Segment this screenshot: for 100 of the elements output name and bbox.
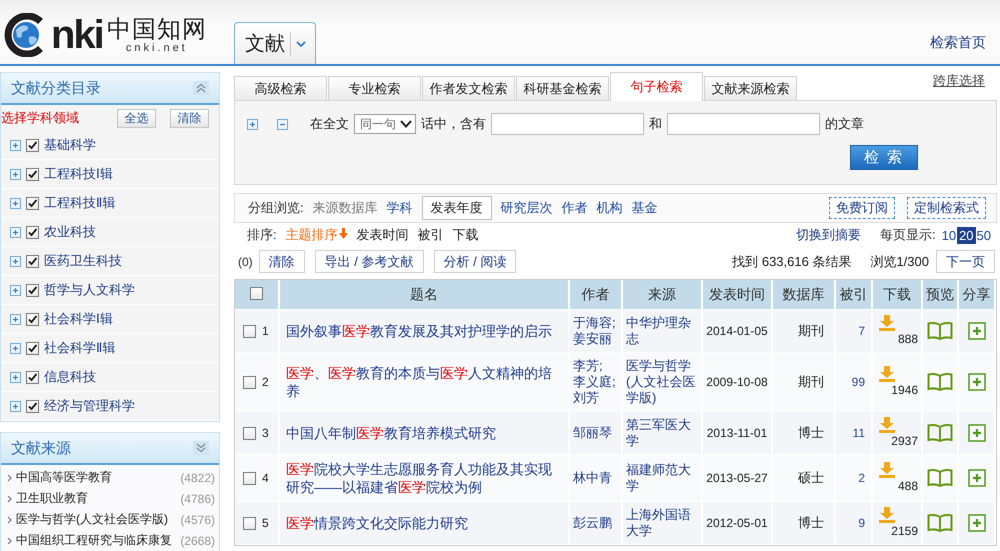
source-link[interactable]: 福建师范大学 <box>626 462 698 494</box>
subject-checkbox[interactable] <box>26 370 39 384</box>
search-tab[interactable]: 高级检索 <box>234 76 327 100</box>
subject-checkbox[interactable] <box>26 254 39 268</box>
author-link[interactable]: 邹丽琴 <box>573 425 618 441</box>
source-link[interactable]: 中国组织工程研究与临床康复 <box>16 532 172 549</box>
plus-square-icon[interactable] <box>10 314 21 324</box>
panel-button[interactable]: 全选 <box>117 108 156 128</box>
cited-count-link[interactable]: 99 <box>852 375 865 389</box>
source-link[interactable]: 中华护理杂志 <box>626 315 698 347</box>
group-option[interactable]: 机构 <box>596 199 623 217</box>
search-tab[interactable]: 专业检索 <box>328 76 421 100</box>
plus-square-icon[interactable] <box>968 424 986 442</box>
keyword-input[interactable] <box>667 113 820 135</box>
source-link[interactable]: 上海外国语大学 <box>626 507 698 539</box>
download-icon[interactable] <box>878 366 896 382</box>
author-link[interactable]: 林中青 <box>573 470 618 486</box>
cited-count-link[interactable]: 9 <box>858 516 865 530</box>
search-tab[interactable]: 科研基金检索 <box>516 76 609 100</box>
subject-link[interactable]: 基础科学 <box>44 136 96 154</box>
row-checkbox[interactable] <box>243 517 256 530</box>
plus-square-icon[interactable] <box>10 400 21 412</box>
search-tab[interactable]: 句子检索 <box>610 72 703 101</box>
page-size-option[interactable]: 10 <box>940 226 958 244</box>
plus-square-icon[interactable] <box>968 373 986 391</box>
panel-button[interactable]: 清除 <box>170 108 209 128</box>
row-checkbox[interactable] <box>243 427 256 440</box>
cited-count-link[interactable]: 2 <box>858 471 865 485</box>
title-link[interactable]: 医学情景跨文化交际能力研究 <box>286 514 562 532</box>
source-link[interactable]: 卫生职业教育 <box>16 490 88 507</box>
plus-square-icon[interactable] <box>10 168 21 180</box>
subject-link[interactable]: 信息科技 <box>44 368 96 386</box>
subject-checkbox[interactable] <box>26 342 39 354</box>
subject-link[interactable]: 社会科学Ⅰ辑 <box>44 310 113 328</box>
sort-option[interactable]: 发表时间 <box>356 226 409 244</box>
subject-link[interactable]: 医药卫生科技 <box>44 252 122 270</box>
plus-square-icon[interactable] <box>10 226 21 238</box>
group-option[interactable]: 学科 <box>386 199 413 217</box>
plus-square-icon[interactable] <box>10 284 21 296</box>
keyword-input[interactable] <box>491 113 644 135</box>
minus-square-icon[interactable] <box>277 118 288 130</box>
row-checkbox[interactable] <box>243 472 256 486</box>
subject-link[interactable]: 经济与管理科学 <box>44 397 135 415</box>
plus-square-icon[interactable] <box>968 469 986 487</box>
group-option[interactable]: 研究层次 <box>500 199 553 217</box>
search-tab[interactable]: 文献来源检索 <box>704 76 797 100</box>
subject-checkbox[interactable] <box>26 312 39 326</box>
subject-checkbox[interactable] <box>26 226 39 238</box>
plus-square-icon[interactable] <box>10 372 21 382</box>
sort-option[interactable]: 下载 <box>452 226 479 244</box>
sort-option[interactable]: 被引 <box>418 226 444 244</box>
source-link[interactable]: 医学与哲学(人文社会医学版) <box>16 511 168 528</box>
subject-link[interactable]: 社会科学Ⅱ辑 <box>44 339 116 357</box>
subject-link[interactable]: 工程科技Ⅱ辑 <box>44 194 116 212</box>
source-link[interactable]: 第三军医大学 <box>626 417 698 449</box>
title-link[interactable]: 医学院校大学生志愿服务育人功能及其实现研究——以福建省医学院校为例 <box>286 460 562 496</box>
open-book-icon[interactable] <box>927 373 953 391</box>
subject-link[interactable]: 工程科技Ⅰ辑 <box>44 165 113 183</box>
title-link[interactable]: 国外叙事医学教育发展及其对护理学的启示 <box>286 322 562 340</box>
collapse-icon[interactable] <box>193 81 209 95</box>
cited-count-link[interactable]: 7 <box>858 324 865 338</box>
action-button[interactable]: 定制检索式 <box>907 197 986 219</box>
subject-checkbox[interactable] <box>26 168 39 180</box>
cited-count-link[interactable]: 11 <box>852 426 865 440</box>
subject-link[interactable]: 哲学与人文科学 <box>44 281 135 299</box>
group-option[interactable]: 基金 <box>632 199 658 217</box>
database-dropdown[interactable]: 文献 <box>234 22 316 64</box>
cross-database-link[interactable]: 跨库选择 <box>933 72 985 90</box>
subject-checkbox[interactable] <box>26 196 39 210</box>
author-link[interactable]: 彭云鹏 <box>573 515 618 531</box>
expand-icon[interactable] <box>193 441 209 455</box>
open-book-icon[interactable] <box>927 322 953 340</box>
plus-square-icon[interactable] <box>10 198 21 208</box>
action-button[interactable]: 免费订阅 <box>829 197 895 219</box>
open-book-icon[interactable] <box>927 424 953 442</box>
page-size-option[interactable]: 20 <box>957 226 976 244</box>
page-size-option[interactable]: 50 <box>974 226 993 244</box>
source-link[interactable]: 医学与哲学(人文社会医学版) <box>626 358 698 406</box>
download-icon[interactable] <box>878 462 896 478</box>
plus-square-icon[interactable] <box>10 140 21 150</box>
search-tab[interactable]: 作者发文检索 <box>422 76 515 100</box>
select-all-checkbox[interactable] <box>250 286 263 300</box>
subject-checkbox[interactable] <box>26 400 39 412</box>
plus-square-icon[interactable] <box>10 342 21 354</box>
group-option[interactable]: 作者 <box>562 199 588 217</box>
home-link[interactable]: 检索首页 <box>930 34 986 52</box>
search-button[interactable]: 检 索 <box>850 145 918 170</box>
plus-square-icon[interactable] <box>247 118 258 130</box>
subject-checkbox[interactable] <box>26 284 39 296</box>
author-link[interactable]: 于海容; 姜安丽 <box>573 315 618 347</box>
title-link[interactable]: 中国八年制医学教育培养模式研究 <box>286 424 562 442</box>
open-book-icon[interactable] <box>927 514 953 532</box>
plus-square-icon[interactable] <box>10 256 21 266</box>
subject-checkbox[interactable] <box>26 138 39 152</box>
row-checkbox[interactable] <box>243 325 256 338</box>
plus-square-icon[interactable] <box>968 322 986 340</box>
scope-select[interactable]: 同一句 <box>354 114 416 134</box>
source-link[interactable]: 中国高等医学教育 <box>16 469 112 486</box>
toolbar-button[interactable]: 分析 / 阅读 <box>434 250 516 273</box>
toolbar-button[interactable]: 导出 / 参考文献 <box>314 250 424 273</box>
